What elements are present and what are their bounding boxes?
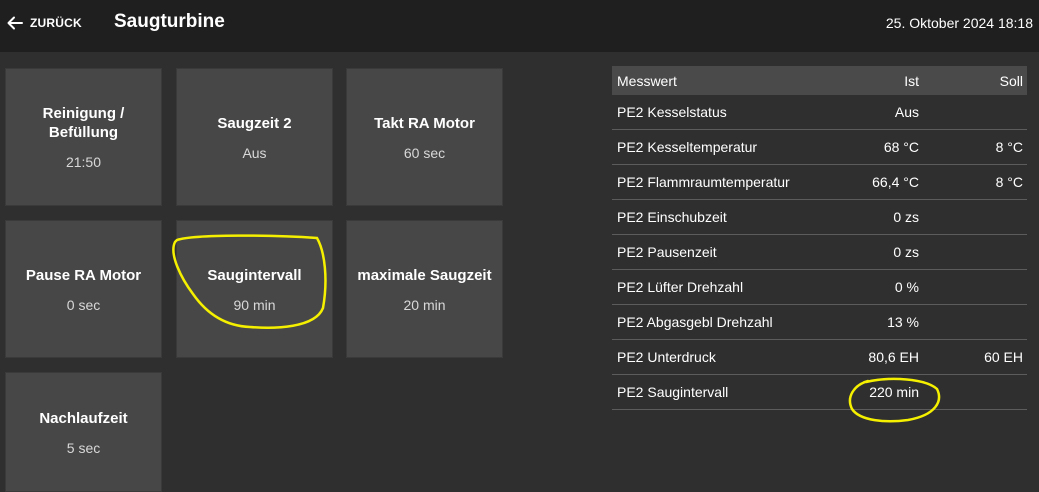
row-name: PE2 Saugintervall xyxy=(617,384,729,400)
tile-maximale-saugzeit[interactable]: maximale Saugzeit 20 min xyxy=(346,220,503,358)
row-name: PE2 Pausenzeit xyxy=(617,244,717,260)
tile-value: Aus xyxy=(242,144,267,161)
app-header: ZURÜCK Saugturbine 25. Oktober 2024 18:1… xyxy=(0,0,1039,52)
row-name: PE2 Flammraumtemperatur xyxy=(617,174,790,190)
table-header: Messwert Ist Soll xyxy=(612,66,1027,95)
table-row: PE2 Lüfter Drehzahl 0 % xyxy=(612,270,1027,305)
row-ist: 220 min xyxy=(869,384,919,400)
tile-nachlaufzeit[interactable]: Nachlaufzeit 5 sec xyxy=(5,372,162,492)
tile-value: 5 sec xyxy=(66,439,101,456)
page-title: Saugturbine xyxy=(114,11,225,32)
row-name: PE2 Lüfter Drehzahl xyxy=(617,279,744,295)
tile-saugzeit-2[interactable]: Saugzeit 2 Aus xyxy=(176,68,333,206)
table-row: PE2 Kesseltemperatur 68 °C 8 °C xyxy=(612,130,1027,165)
arrow-left-icon xyxy=(7,16,23,30)
table-row: PE2 Kesselstatus Aus xyxy=(612,95,1027,130)
table-row: PE2 Unterdruck 80,6 EH 60 EH xyxy=(612,340,1027,375)
row-name: PE2 Abgasgebl Drehzahl xyxy=(617,314,773,330)
back-label: ZURÜCK xyxy=(30,16,82,30)
table-row: PE2 Abgasgebl Drehzahl 13 % xyxy=(612,305,1027,340)
tile-reinigung-befuellung[interactable]: Reinigung / Befüllung 21:50 xyxy=(5,68,162,206)
tile-label: Saugzeit 2 xyxy=(217,114,292,132)
tile-takt-ra-motor[interactable]: Takt RA Motor 60 sec xyxy=(346,68,503,206)
tile-label: Takt RA Motor xyxy=(374,114,475,132)
tile-label: Reinigung / Befüllung xyxy=(42,105,125,141)
column-header-ist: Ist xyxy=(904,72,919,89)
table-row: PE2 Einschubzeit 0 zs xyxy=(612,200,1027,235)
tile-label: Pause RA Motor xyxy=(25,266,142,284)
table-row: PE2 Saugintervall 220 min xyxy=(612,375,1027,410)
tile-label: Saugintervall xyxy=(207,266,302,284)
datetime: 25. Oktober 2024 18:18 xyxy=(885,15,1033,31)
table-row: PE2 Pausenzeit 0 zs xyxy=(612,235,1027,270)
row-ist: 0 % xyxy=(894,279,919,295)
row-ist: 68 °C xyxy=(883,139,919,155)
tile-value: 21:50 xyxy=(65,154,102,170)
row-soll: 8 °C xyxy=(995,139,1023,155)
measurement-table: Messwert Ist Soll PE2 Kesselstatus Aus P… xyxy=(612,66,1027,410)
row-name: PE2 Kesseltemperatur xyxy=(617,139,758,155)
row-ist: 66,4 °C xyxy=(872,174,919,190)
tile-label: Nachlaufzeit xyxy=(39,409,128,427)
row-ist: 0 zs xyxy=(893,244,919,260)
tile-value: 20 min xyxy=(403,296,446,313)
row-name: PE2 Kesselstatus xyxy=(617,104,727,120)
tile-saugintervall[interactable]: Saugintervall 90 min xyxy=(176,220,333,358)
back-button[interactable]: ZURÜCK xyxy=(6,11,82,35)
row-ist: 0 zs xyxy=(893,209,919,225)
row-ist: Aus xyxy=(894,104,919,120)
table-row: PE2 Flammraumtemperatur 66,4 °C 8 °C xyxy=(612,165,1027,200)
tile-pause-ra-motor[interactable]: Pause RA Motor 0 sec xyxy=(5,220,162,358)
column-header-messwert: Messwert xyxy=(617,72,677,89)
column-header-soll: Soll xyxy=(999,72,1023,89)
row-ist: 80,6 EH xyxy=(868,349,919,365)
tile-value: 90 min xyxy=(233,296,276,313)
tile-value: 0 sec xyxy=(66,296,101,313)
row-soll: 8 °C xyxy=(995,174,1023,190)
row-soll: 60 EH xyxy=(984,349,1023,365)
row-name: PE2 Einschubzeit xyxy=(617,209,727,225)
row-ist: 13 % xyxy=(887,314,919,330)
row-name: PE2 Unterdruck xyxy=(617,349,716,365)
tile-value: 60 sec xyxy=(403,144,446,161)
tile-label: maximale Saugzeit xyxy=(357,266,492,284)
